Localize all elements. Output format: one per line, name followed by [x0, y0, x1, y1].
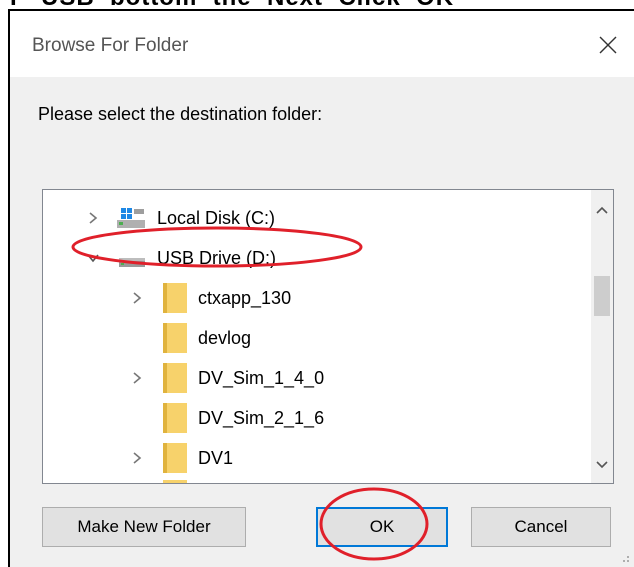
- tree-item-label: DV1: [198, 447, 234, 468]
- tree-item-dv-sim-2-1-6[interactable]: DV_Sim_2_1_6: [43, 398, 573, 438]
- chevron-down-icon: [596, 461, 608, 469]
- dialog-title: Browse For Folder: [32, 35, 189, 56]
- chevron-right-icon[interactable]: [127, 448, 147, 468]
- folder-icon: [161, 281, 189, 315]
- folder-icon: [161, 321, 189, 355]
- tree-item-local-disk[interactable]: Local Disk (C:): [43, 198, 573, 238]
- tree-scrollbar[interactable]: [591, 190, 613, 483]
- scroll-thumb[interactable]: [594, 276, 610, 316]
- dialog-titlebar: Browse For Folder: [10, 11, 634, 77]
- scroll-down-button[interactable]: [591, 453, 613, 477]
- dialog-prompt: Please select the destination folder:: [38, 104, 323, 124]
- cancel-button[interactable]: Cancel: [471, 507, 611, 547]
- chevron-right-icon[interactable]: [127, 288, 147, 308]
- chevron-right-icon[interactable]: [83, 208, 103, 228]
- make-new-folder-button[interactable]: Make New Folder: [42, 507, 246, 547]
- usb-drive-icon: [117, 246, 147, 270]
- tree-item-usb-drive[interactable]: USB Drive (D:): [43, 238, 573, 278]
- ok-button[interactable]: OK: [316, 507, 448, 547]
- tree-item-label: DV_Sim_2_1_6: [198, 407, 325, 428]
- folder-icon: [161, 441, 189, 475]
- folder-icon: [161, 401, 189, 435]
- tree-item-ctxapp[interactable]: ctxapp_130: [43, 278, 573, 318]
- folder-icon: [161, 361, 189, 395]
- chevron-right-icon[interactable]: [127, 368, 147, 388]
- tree-item-label: DV_Sim_1_4_0: [198, 367, 325, 388]
- browse-for-folder-dialog: Browse For Folder Please select the dest…: [8, 9, 634, 567]
- chevron-up-icon: [596, 206, 608, 214]
- tree-item-dv-sim-1-4-0[interactable]: DV_Sim_1_4_0: [43, 358, 573, 398]
- close-button[interactable]: [592, 29, 624, 61]
- tree-item-dv1[interactable]: DV1: [43, 438, 573, 478]
- tree-item-label: USB Drive (D:): [157, 247, 277, 268]
- cropped-text-strip: F USB bottom the Next Click OK: [0, 0, 634, 9]
- resize-grip-icon[interactable]: [618, 551, 630, 563]
- tree-item-label: Local Disk (C:): [157, 207, 276, 228]
- tree-item-devlog[interactable]: devlog: [43, 318, 573, 358]
- tree-item-label: devlog: [198, 327, 252, 348]
- drive-icon: [115, 206, 147, 230]
- scroll-up-button[interactable]: [591, 198, 613, 222]
- close-icon: [599, 36, 617, 54]
- tree-item-label: ctxapp_130: [198, 287, 292, 308]
- chevron-down-icon[interactable]: [83, 248, 103, 268]
- folder-icon: [163, 480, 187, 483]
- folder-tree[interactable]: Local Disk (C:) USB Drive (D:) ctxapp_13…: [42, 189, 614, 484]
